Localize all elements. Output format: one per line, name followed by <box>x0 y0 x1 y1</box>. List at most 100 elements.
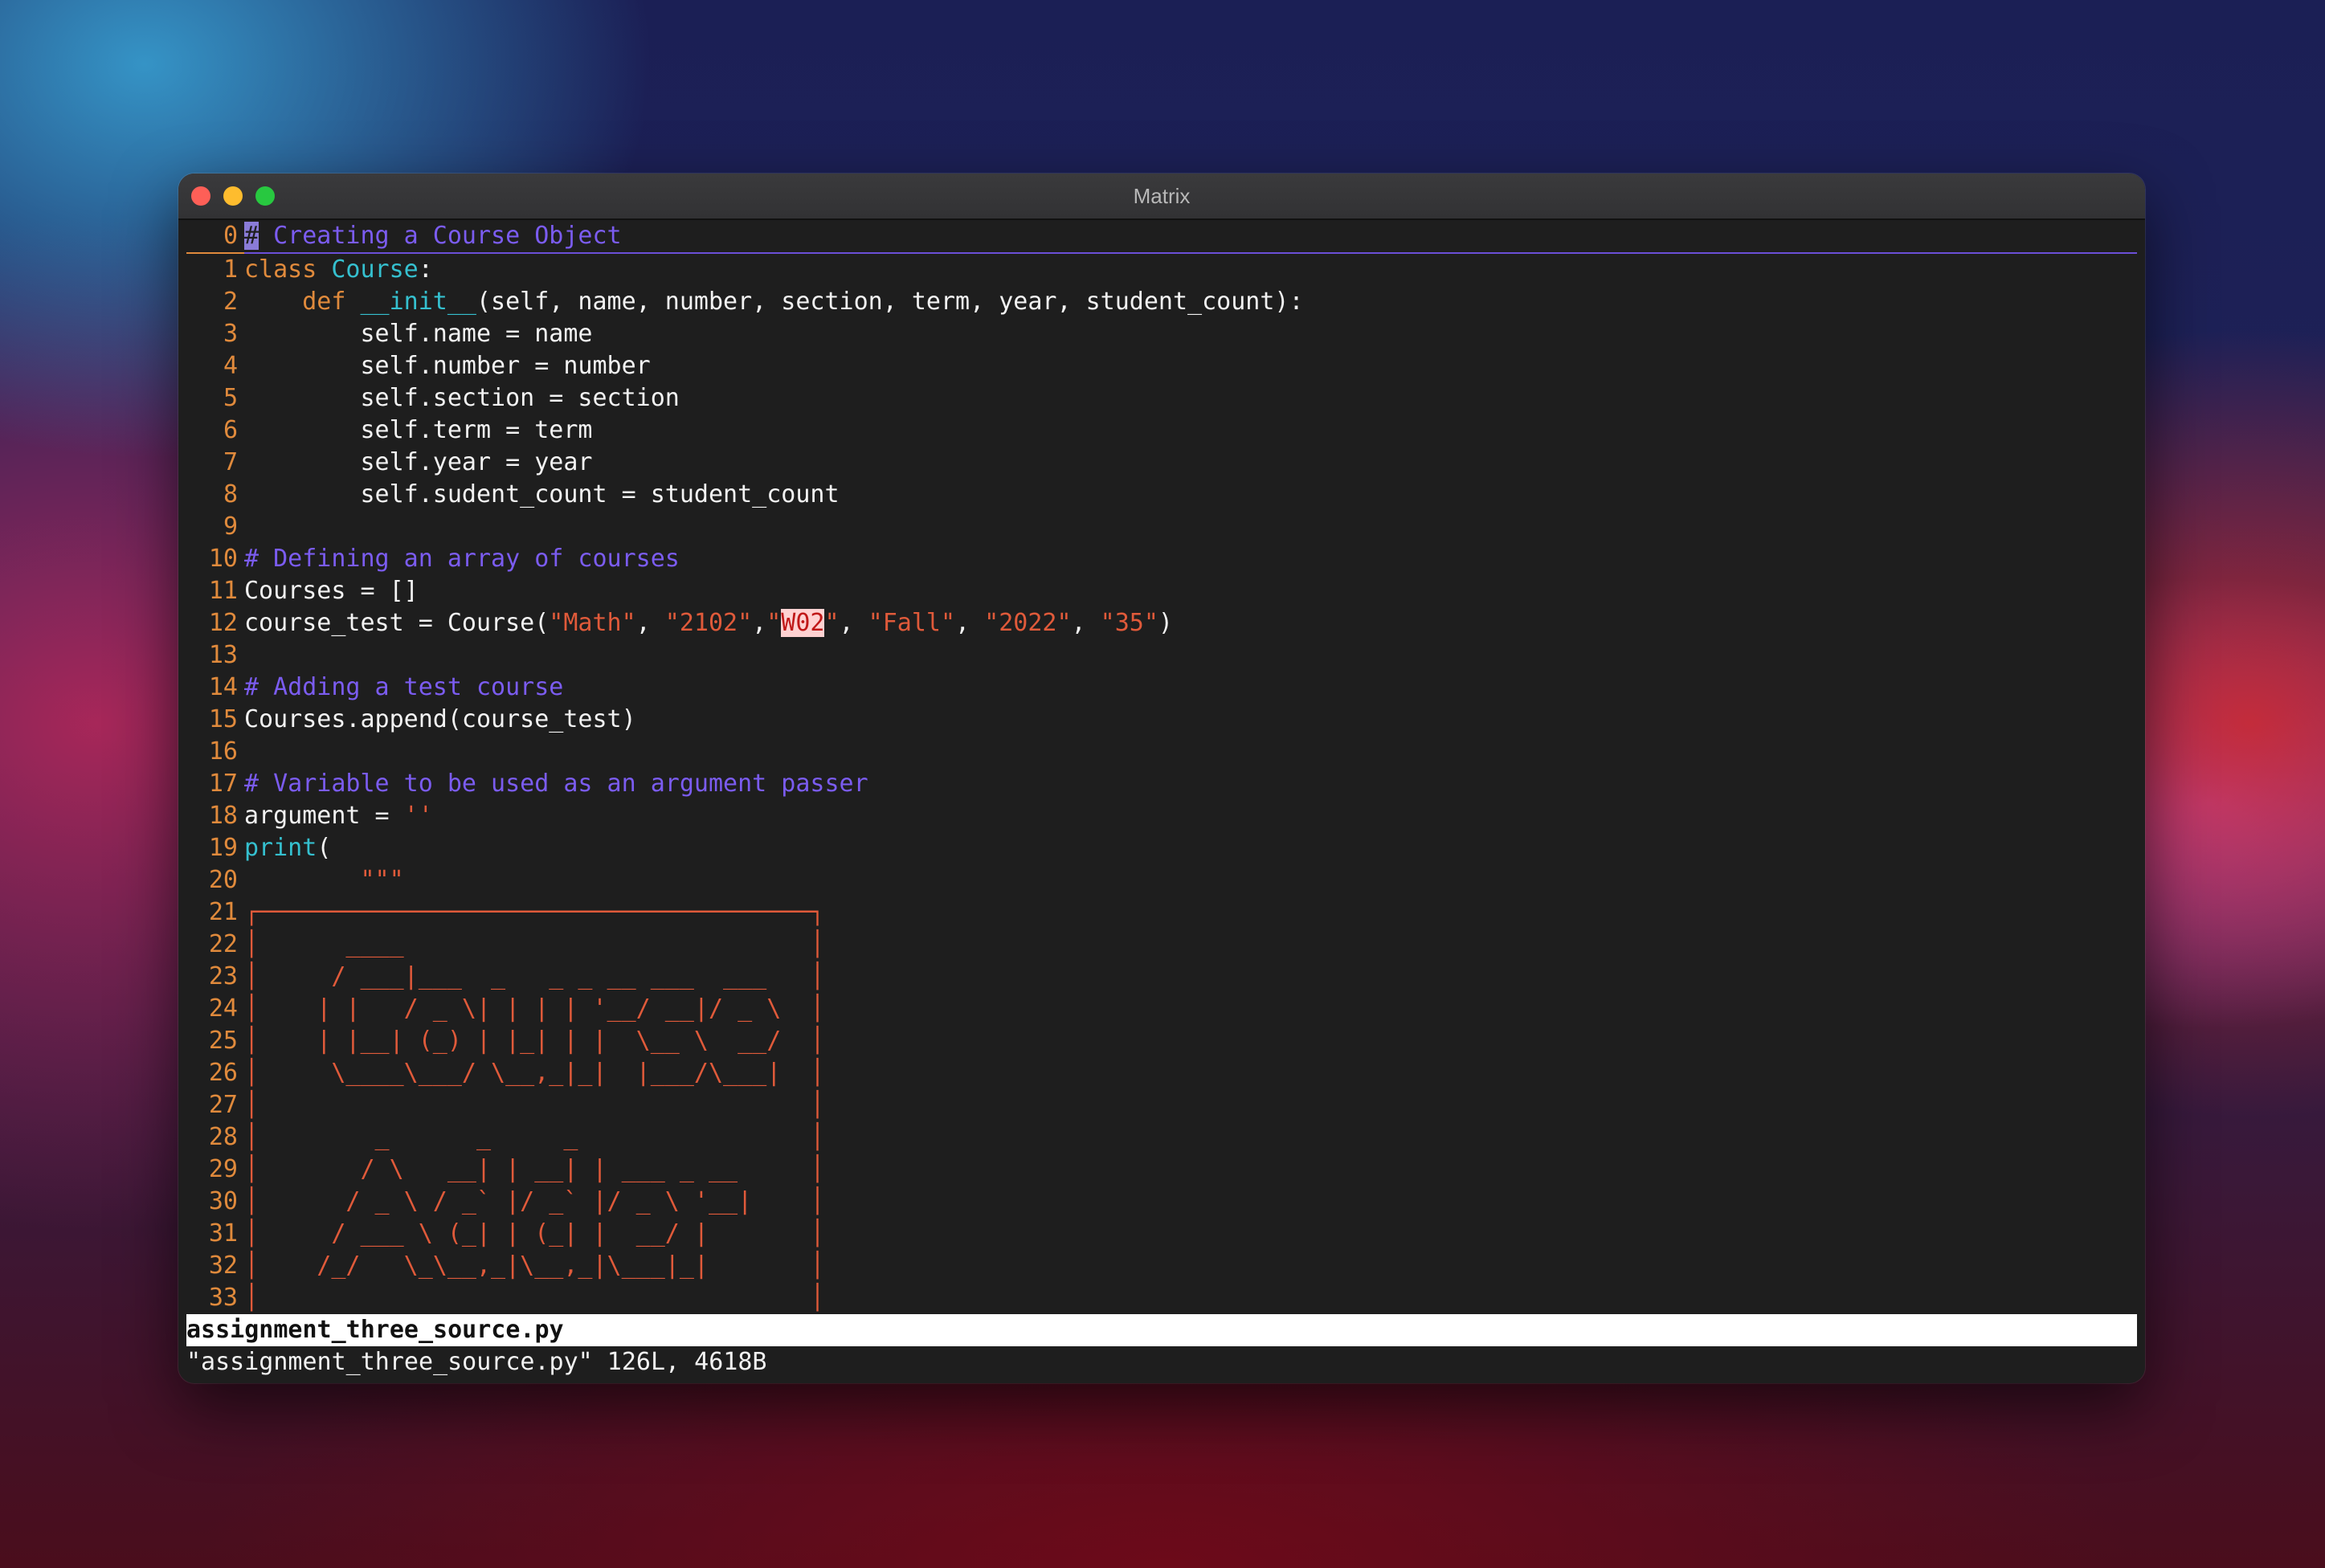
line-number: 33 <box>208 1284 238 1312</box>
code-token: │ / ___ \ (_| | (_| | __/ | │ <box>244 1219 825 1247</box>
code-token: self.sudent_count = student_count <box>244 480 840 508</box>
code-token: │ / _ \ / _` |/ _` |/ _ \ '__| │ <box>244 1187 825 1215</box>
code-line[interactable]: 28 │ _ _ _ │ <box>186 1121 2137 1154</box>
code-line[interactable]: 4 self.number = number <box>186 350 2137 382</box>
line-number: 28 <box>208 1123 238 1151</box>
code-line[interactable]: 29 │ / \ __| | __| | ___ _ __ │ <box>186 1154 2137 1186</box>
code-token: __init__ <box>360 288 477 316</box>
code-token: , <box>1071 609 1101 637</box>
code-line[interactable]: 20 """ <box>186 864 2137 896</box>
line-number: 22 <box>208 930 238 958</box>
code-line[interactable]: 27 │ │ <box>186 1089 2137 1121</box>
code-line[interactable]: 2 def __init__(self, name, number, secti… <box>186 286 2137 318</box>
code-token: ) <box>1158 609 1173 637</box>
code-line[interactable]: 21 ┌─────────────────────────────────────… <box>186 896 2137 929</box>
code-line[interactable]: 3 self.name = name <box>186 318 2137 350</box>
terminal-window: Matrix 0 # Creating a Course Object 1 class… <box>178 174 2145 1383</box>
line-number: 31 <box>208 1219 238 1247</box>
code-line[interactable]: 7 self.year = year <box>186 447 2137 479</box>
code-token: " <box>766 609 782 637</box>
code-token: Course <box>331 255 419 284</box>
line-number: 17 <box>208 770 238 798</box>
line-number: 24 <box>208 994 238 1023</box>
code-token: '' <box>403 802 433 830</box>
code-line[interactable]: 16 <box>186 736 2137 768</box>
line-number: 13 <box>208 641 238 669</box>
line-number: 23 <box>208 962 238 990</box>
code-token: │ _ _ _ │ <box>244 1123 825 1151</box>
code-token: , <box>752 609 767 637</box>
code-line[interactable]: 14 # Adding a test course <box>186 672 2137 704</box>
line-number: 30 <box>208 1187 238 1215</box>
code-token: Courses = [] <box>244 577 419 605</box>
code-line[interactable]: 19 print( <box>186 832 2137 864</box>
code-token: course_test = Course( <box>244 609 550 637</box>
line-number: 14 <box>208 673 238 701</box>
code-token: : <box>418 255 433 284</box>
line-number: 19 <box>208 834 238 862</box>
line-number: 9 <box>223 512 238 541</box>
code-token: " <box>824 609 840 637</box>
code-line[interactable]: 1 class Course: <box>186 254 2137 286</box>
code-token: │ ____ │ <box>244 930 825 958</box>
code-token: self.section = section <box>244 384 680 412</box>
code-line[interactable]: 33 │ │ <box>186 1282 2137 1314</box>
code-line[interactable]: 25 │ | |__| (_) | |_| | | \__ \ __/ │ <box>186 1025 2137 1057</box>
code-token: self.name = name <box>244 320 593 348</box>
command-line[interactable]: "assignment_three_source.py" 126L, 4618B <box>186 1346 2137 1378</box>
code-line[interactable]: 15 Courses.append(course_test) <box>186 704 2137 736</box>
code-token: "35" <box>1100 609 1158 637</box>
code-line[interactable]: 9 <box>186 511 2137 543</box>
code-token: # Adding a test course <box>244 673 564 701</box>
title-bar[interactable]: Matrix <box>178 174 2145 220</box>
code-line[interactable]: 22 │ ____ │ <box>186 929 2137 961</box>
editor-buffer[interactable]: 0 # Creating a Course Object 1 class Course… <box>186 220 2137 1314</box>
code-token: │ | | / _ \| | | | '__/ __|/ _ \ │ <box>244 994 825 1023</box>
code-token: class <box>244 255 332 284</box>
line-number: 3 <box>223 320 238 348</box>
code-line[interactable]: 23 │ / ___|___ _ _ _ __ ___ ___ │ <box>186 961 2137 993</box>
search-highlight: W02 <box>781 609 825 637</box>
code-line[interactable]: 6 self.term = term <box>186 414 2137 447</box>
line-number: 21 <box>208 898 238 926</box>
code-line[interactable]: 24 │ | | / _ \| | | | '__/ __|/ _ \ │ <box>186 993 2137 1025</box>
line-number: 8 <box>223 480 238 508</box>
code-token: self.term = term <box>244 416 593 444</box>
code-line[interactable]: 17 # Variable to be used as an argument p… <box>186 768 2137 800</box>
code-token: │ | |__| (_) | |_| | | \__ \ __/ │ <box>244 1027 825 1055</box>
code-token: │ \____\___/ \__,_|_| |___/\___| │ <box>244 1059 825 1087</box>
code-token: print <box>244 834 317 862</box>
code-line[interactable]: 32 │ /_/ \_\__,_|\__,_|\___|_| │ <box>186 1250 2137 1282</box>
code-line[interactable]: 26 │ \____\___/ \__,_|_| |___/\___| │ <box>186 1057 2137 1089</box>
code-token: Creating a Course Object <box>259 222 622 250</box>
line-number: 25 <box>208 1027 238 1055</box>
code-line[interactable]: 11 Courses = [] <box>186 575 2137 607</box>
code-line[interactable]: 10 # Defining an array of courses <box>186 543 2137 575</box>
code-line[interactable]: 8 self.sudent_count = student_count <box>186 479 2137 511</box>
code-token: │ / \ __| | __| | ___ _ __ │ <box>244 1155 825 1183</box>
code-line[interactable]: 30 │ / _ \ / _` |/ _` |/ _ \ '__| │ <box>186 1186 2137 1218</box>
code-token: self.year = year <box>244 448 593 476</box>
code-token: │ │ <box>244 1284 825 1312</box>
code-token: │ / ___|___ _ _ _ __ ___ ___ │ <box>244 962 825 990</box>
code-token: │ /_/ \_\__,_|\__,_|\___|_| │ <box>244 1252 825 1280</box>
code-line[interactable]: 0 # Creating a Course Object <box>186 220 2137 254</box>
code-token: # Defining an array of courses <box>244 545 680 573</box>
code-line[interactable]: 18 argument = '' <box>186 800 2137 832</box>
code-token: "Math" <box>549 609 636 637</box>
line-number: 20 <box>208 866 238 894</box>
line-number: 10 <box>208 545 238 573</box>
code-token: def <box>302 288 361 316</box>
code-line[interactable]: 31 │ / ___ \ (_| | (_| | __/ | │ <box>186 1218 2137 1250</box>
line-number: 7 <box>223 448 238 476</box>
code-line[interactable]: 13 <box>186 639 2137 672</box>
code-token: , <box>839 609 868 637</box>
line-number: 5 <box>223 384 238 412</box>
code-line[interactable]: 5 self.section = section <box>186 382 2137 414</box>
code-line[interactable]: 12 course_test = Course("Math", "2102","W… <box>186 607 2137 639</box>
line-number: 4 <box>223 352 238 380</box>
line-number: 18 <box>208 802 238 830</box>
line-number: 16 <box>208 737 238 766</box>
line-number: 29 <box>208 1155 238 1183</box>
